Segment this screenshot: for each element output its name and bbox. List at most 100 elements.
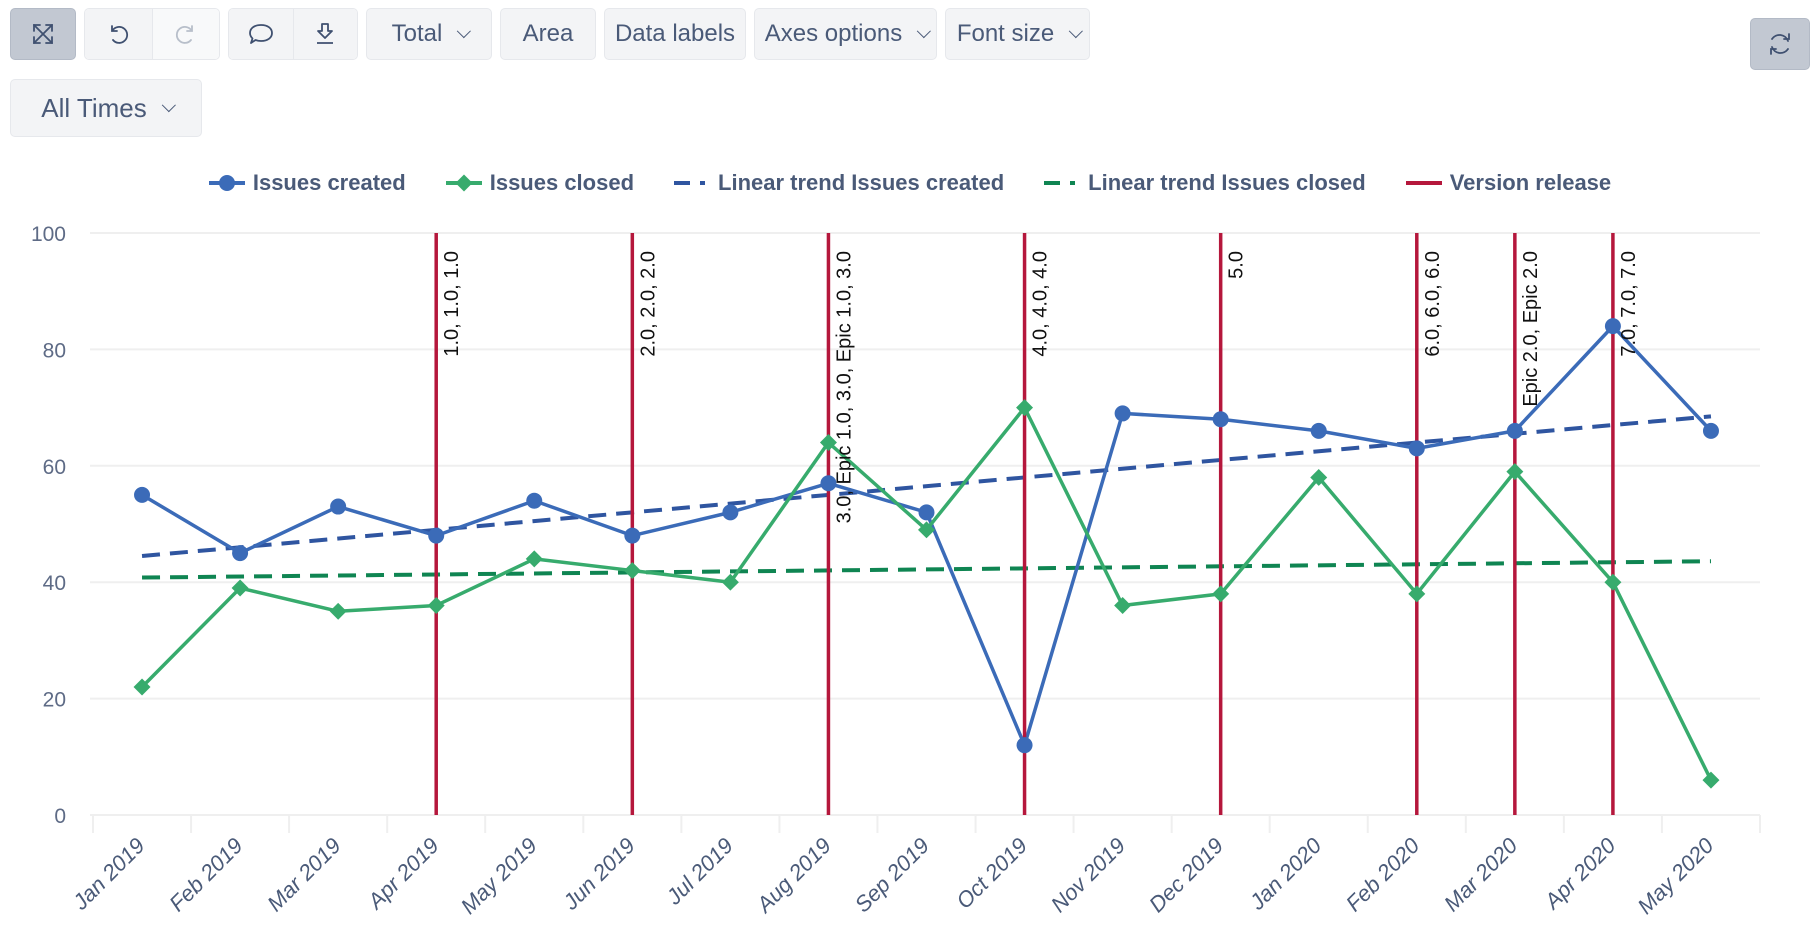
data-point — [1506, 463, 1524, 481]
data-point — [1604, 318, 1621, 335]
data-point — [918, 504, 935, 521]
data-point — [721, 573, 739, 591]
line-chart: 020406080100Jan 2019 Feb 2019 Mar 2019 Apr … — [31, 223, 1761, 919]
data-point — [428, 527, 445, 544]
data-point — [134, 486, 151, 503]
redo-button[interactable] — [151, 9, 219, 59]
expand-arrows-icon — [33, 24, 53, 44]
legend-label: Linear trend Issues created — [718, 170, 1005, 195]
chevron-down-icon — [161, 98, 176, 113]
x-tick-label: Dec 2019 — [1144, 833, 1228, 917]
data-point — [722, 504, 739, 521]
data-point — [1212, 585, 1230, 603]
data-point — [1016, 399, 1034, 417]
data-point — [231, 579, 249, 597]
x-tick-label: Nov 2019 — [1046, 833, 1130, 917]
legend-label: Issues created — [252, 170, 406, 195]
history-group — [84, 8, 220, 60]
x-tick-label: May 2019 — [456, 833, 542, 919]
total-dropdown[interactable]: Total — [366, 8, 492, 60]
legend-label: Issues closed — [489, 170, 635, 195]
data-point — [1310, 422, 1327, 439]
x-tick-label: Feb 2019 — [164, 833, 247, 916]
data-point — [526, 492, 543, 509]
x-tick-label: Oct 2019 — [951, 833, 1032, 914]
legend-symbol-icon — [208, 175, 245, 191]
version-release-label: 2.0, 2.0, 2.0 — [637, 251, 659, 357]
data-point — [1604, 573, 1622, 591]
data-labels-label: Data labels — [614, 20, 736, 47]
y-tick-label: 0 — [54, 805, 66, 828]
download-icon — [317, 23, 334, 44]
x-tick-label: Jan 2020 — [1244, 832, 1327, 915]
axes-options-dropdown[interactable]: Axes options — [754, 8, 937, 60]
refresh-button[interactable] — [1750, 18, 1810, 70]
redo-icon — [175, 25, 193, 44]
data-point — [329, 602, 347, 620]
font-size-dropdown[interactable]: Font size — [945, 8, 1090, 60]
data-point — [232, 545, 249, 562]
legend-item[interactable]: Issues created — [208, 170, 406, 196]
legend-symbol-icon — [1044, 181, 1076, 185]
data-point — [1114, 405, 1131, 422]
x-tick-label: Mar 2019 — [262, 833, 345, 916]
x-tick-label: Sep 2019 — [850, 833, 934, 917]
data-point — [1408, 585, 1426, 603]
y-tick-label: 40 — [43, 572, 66, 595]
legend-item[interactable]: Version release — [1405, 170, 1612, 196]
download-button[interactable] — [292, 9, 357, 59]
data-point — [623, 562, 641, 580]
undo-icon — [111, 25, 129, 44]
comment-button[interactable] — [229, 9, 293, 59]
x-tick-label: Jul 2019 — [661, 833, 738, 910]
series-line — [141, 324, 1713, 747]
data-point — [1702, 771, 1720, 789]
version-release-label: 3.0, Epic 1.0, 3.0, Epic 1.0, 3.0 — [833, 251, 855, 523]
time-filter-dropdown[interactable]: All Times — [10, 79, 202, 137]
time-filter-label: All Times — [41, 92, 147, 123]
chevron-down-icon — [1068, 24, 1084, 39]
trend-line — [141, 414, 1712, 559]
y-tick-label: 60 — [43, 456, 66, 479]
legend-label: Version release — [1449, 170, 1612, 195]
trend-line — [142, 559, 1711, 580]
legend-item[interactable]: Linear trend Issues created — [674, 170, 1004, 196]
data-point — [1310, 468, 1328, 486]
comment-download-group — [228, 8, 358, 60]
chart-legend: Issues created Issues closed Linear trend … — [0, 170, 1820, 196]
fullscreen-button[interactable] — [10, 8, 76, 60]
legend-symbol-icon — [445, 174, 482, 192]
x-tick-label: Mar 2020 — [1439, 832, 1523, 916]
x-tick-label: Jan 2019 — [67, 833, 149, 915]
version-release-label: Epic 2.0, Epic 2.0 — [1520, 251, 1542, 407]
data-labels-button[interactable]: Data labels — [604, 8, 746, 60]
y-tick-label: 20 — [43, 689, 66, 712]
data-point — [1408, 440, 1425, 457]
font-size-label: Font size — [956, 20, 1055, 47]
legend-symbol-icon — [674, 181, 706, 185]
version-release-label: 4.0, 4.0, 4.0 — [1030, 251, 1052, 357]
legend-item[interactable]: Issues closed — [445, 170, 635, 196]
data-point — [918, 521, 935, 539]
version-release-label: 6.0, 6.0, 6.0 — [1422, 251, 1444, 357]
x-tick-label: Jun 2019 — [557, 833, 639, 915]
total-label: Total — [391, 20, 443, 47]
area-button[interactable]: Area — [500, 8, 596, 60]
data-point — [1114, 596, 1132, 614]
refresh-icon — [1770, 33, 1790, 55]
data-point — [133, 678, 151, 696]
chevron-down-icon — [916, 24, 932, 39]
legend-label: Linear trend Issues closed — [1088, 170, 1366, 195]
data-point — [819, 434, 837, 452]
y-tick-label: 100 — [31, 223, 66, 246]
undo-button[interactable] — [85, 9, 152, 59]
data-point — [330, 498, 347, 515]
data-point — [1506, 422, 1523, 439]
data-point — [427, 596, 445, 614]
comment-bubble-icon — [248, 24, 273, 44]
legend-item[interactable]: Linear trend Issues closed — [1044, 170, 1366, 196]
series-line — [140, 405, 1713, 781]
y-tick-label: 80 — [43, 339, 66, 362]
data-point — [820, 475, 837, 492]
chevron-down-icon — [457, 24, 472, 39]
